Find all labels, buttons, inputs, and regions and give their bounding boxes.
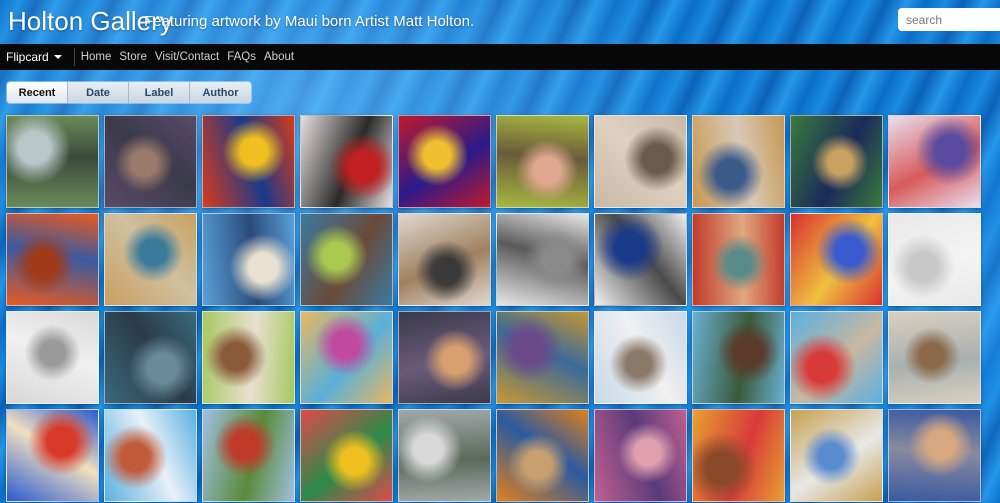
- thumbnail-abstract-bottle[interactable]: [6, 213, 99, 306]
- thumbnail-woman-flower-hair[interactable]: [594, 115, 687, 208]
- thumbnail-horses-river-painting[interactable]: [6, 115, 99, 208]
- thumbnail-owl-painting[interactable]: [594, 311, 687, 404]
- thumbnail-female-athlete-portrait[interactable]: [790, 115, 883, 208]
- thumbnail-dancers-painting[interactable]: [398, 311, 491, 404]
- thumbnail-runner-blue-rays[interactable]: [104, 409, 197, 502]
- thumbnail-bald-man-portrait[interactable]: [496, 409, 589, 502]
- site-header: Holton Gallery Featuring artwork by Maui…: [0, 0, 1000, 44]
- thumbnail-runner-and-elder-portrait[interactable]: [790, 311, 883, 404]
- thumbnail-woman-floral-headdress[interactable]: [300, 311, 393, 404]
- main-navbar: Flipcard Home Store Visit/Contact FAQs A…: [0, 44, 1000, 70]
- thumbnail-rainbow-arch-figure[interactable]: [300, 409, 393, 502]
- tab-label[interactable]: Label: [129, 82, 190, 103]
- tab-author[interactable]: Author: [190, 82, 251, 103]
- thumbnail-framed-figure-painting[interactable]: [496, 311, 589, 404]
- thumbnail-gallery-crowd-photo[interactable]: [496, 213, 589, 306]
- thumbnail-framed-church-painting[interactable]: [790, 409, 883, 502]
- thumbnail-framed-athlete-portrait[interactable]: [692, 115, 785, 208]
- thumbnail-runner-blue-painting[interactable]: [202, 213, 295, 306]
- thumbnail-banyan-tree-painting[interactable]: [104, 311, 197, 404]
- search-input[interactable]: [898, 8, 1000, 31]
- thumbnail-woman-lei-portrait[interactable]: [692, 409, 785, 502]
- thumbnail-red-stencil-art[interactable]: [300, 115, 393, 208]
- nav-about[interactable]: About: [264, 51, 294, 63]
- nav-faqs[interactable]: FAQs: [227, 51, 256, 63]
- thumbnail-red-mandala-quilt[interactable]: [398, 115, 491, 208]
- gallery-grid: [6, 115, 982, 502]
- thumbnail-gallery-visitor-photo[interactable]: [398, 213, 491, 306]
- tab-recent[interactable]: Recent: [7, 82, 68, 103]
- thumbnail-face-headscarf-painting[interactable]: [300, 213, 393, 306]
- thumbnail-woman-guitar-painting[interactable]: [104, 115, 197, 208]
- thumbnail-tiki-mask-painting[interactable]: [202, 115, 295, 208]
- thumbnail-reclining-figure-painting[interactable]: [496, 115, 589, 208]
- nav-visit-contact[interactable]: Visit/Contact: [155, 51, 219, 63]
- thumbnail-veiled-woman-portrait[interactable]: [692, 213, 785, 306]
- thumbnail-artist-with-painting[interactable]: [104, 213, 197, 306]
- thumbnail-cyclist-sketch[interactable]: [888, 311, 981, 404]
- thumbnail-surfer-wave-painting[interactable]: [6, 409, 99, 502]
- flipcard-view-dropdown[interactable]: Flipcard: [0, 48, 75, 66]
- flipcard-label: Flipcard: [6, 50, 49, 64]
- thumbnail-reaching-figure-painting[interactable]: [888, 409, 981, 502]
- thumbnail-girl-flower-crown[interactable]: [202, 311, 295, 404]
- nav-home[interactable]: Home: [81, 51, 112, 63]
- sort-tabs: Recent Date Label Author: [7, 82, 251, 103]
- thumbnail-pencil-runner-sketch[interactable]: [6, 311, 99, 404]
- thumbnail-child-on-street-photo[interactable]: [398, 409, 491, 502]
- nav-store[interactable]: Store: [119, 51, 147, 63]
- thumbnail-sketch-on-canvas[interactable]: [888, 213, 981, 306]
- thumbnail-pink-abstract-figures[interactable]: [594, 409, 687, 502]
- thumbnail-red-house-painting[interactable]: [202, 409, 295, 502]
- caret-down-icon: [53, 55, 62, 59]
- nav-links: Home Store Visit/Contact FAQs About: [75, 51, 294, 63]
- thumbnail-art-maui-sign[interactable]: [594, 213, 687, 306]
- thumbnail-victory-runners-painting[interactable]: [790, 213, 883, 306]
- site-tagline: Featuring artwork by Maui born Artist Ma…: [144, 13, 475, 30]
- tab-date[interactable]: Date: [68, 82, 129, 103]
- thumbnail-runner-blue-border[interactable]: [888, 115, 981, 208]
- thumbnail-warrior-painting[interactable]: [692, 311, 785, 404]
